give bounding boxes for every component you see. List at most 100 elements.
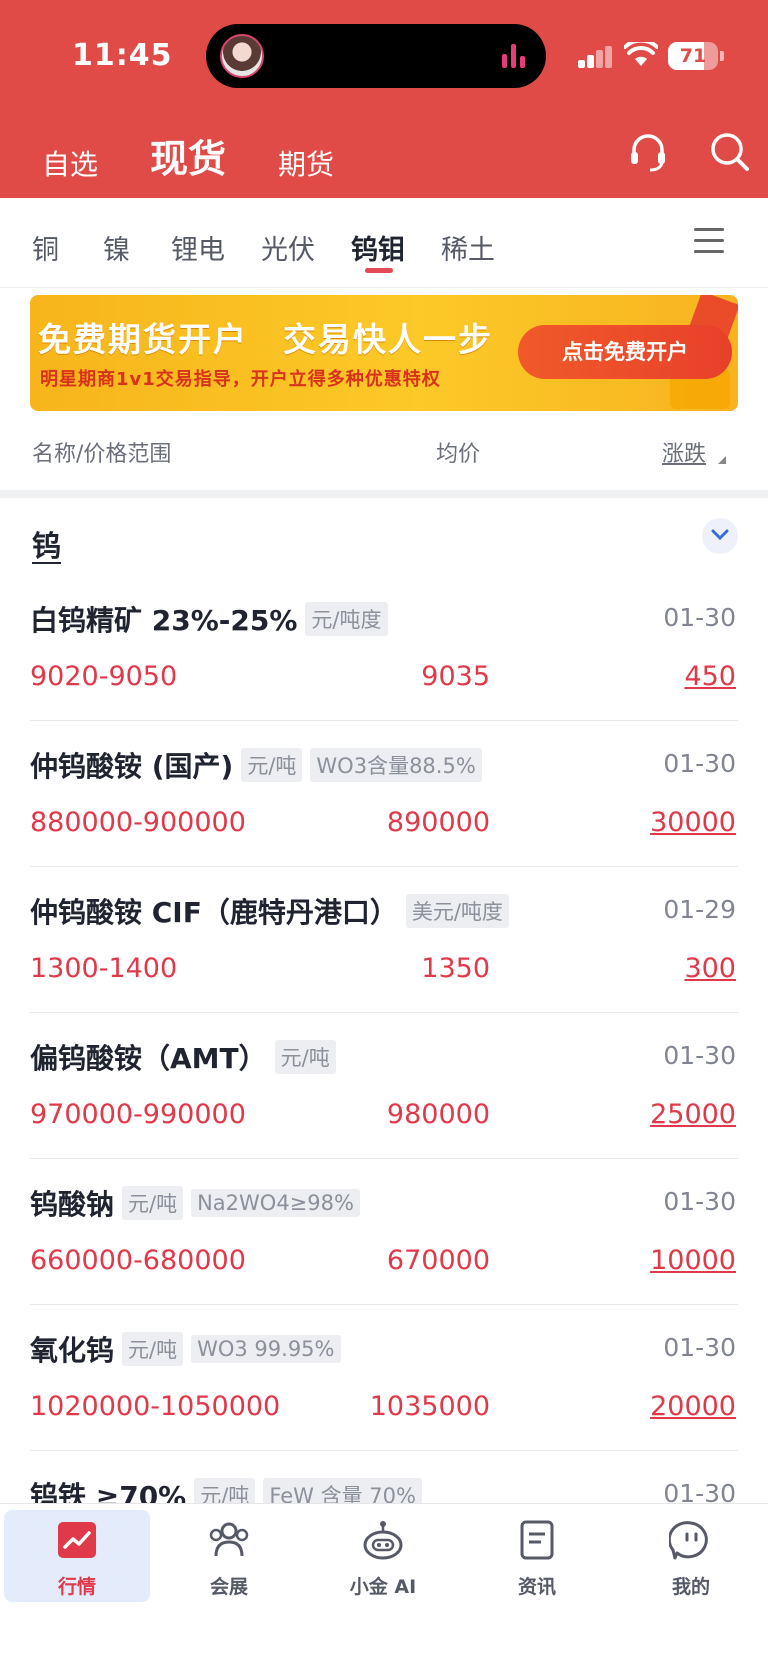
audio-bars-icon	[502, 44, 528, 68]
price-change: 300	[684, 953, 736, 984]
spec-tag: 元/吨	[122, 1332, 184, 1366]
product-title: 仲钨酸铵 CIF（鹿特丹港口） 美元/吨度	[30, 891, 517, 931]
battery-level: 71	[679, 45, 707, 67]
tabbar-item-profile[interactable]: 我的	[618, 1510, 764, 1602]
price-date: 01-30	[663, 1333, 736, 1362]
spec-tag: 美元/吨度	[405, 894, 509, 928]
battery-icon: 71	[668, 42, 718, 70]
tabbar-item-market[interactable]: 行情	[4, 1510, 150, 1602]
category-tab-copper[interactable]: 铜	[32, 228, 59, 267]
active-tab-indicator	[365, 268, 393, 273]
product-name: 白钨精矿 23%-25%	[30, 604, 298, 637]
product-name: 偏钨酸铵（AMT）	[30, 1042, 267, 1075]
signal-icon	[578, 46, 614, 68]
price-change: 10000	[650, 1245, 736, 1276]
product-name: 氧化钨	[30, 1334, 115, 1367]
sort-indicator-icon	[718, 456, 726, 464]
profile-icon	[669, 1521, 708, 1560]
wifi-icon	[624, 42, 658, 66]
tabbar-label: 小金 AI	[349, 1576, 417, 1598]
search-icon[interactable]	[708, 130, 752, 174]
average-price: 670000	[386, 1245, 490, 1276]
column-average: 均价	[436, 442, 481, 467]
product-row[interactable]: 偏钨酸铵（AMT） 元/吨 01-30 970000-990000 980000 2500…	[0, 1013, 768, 1159]
average-price: 1350	[421, 953, 490, 984]
price-range: 880000-900000	[30, 807, 246, 838]
document-icon	[520, 1520, 554, 1560]
status-indicators: 71	[564, 40, 724, 70]
category-tab-tungsten-molybdenum[interactable]: 钨钼	[351, 228, 405, 267]
price-date: 01-30	[663, 1187, 736, 1216]
market-tabs: 自选 现货 期货	[42, 128, 386, 183]
category-tab-lithium[interactable]: 锂电	[171, 228, 225, 267]
product-row[interactable]: 氧化钨 元/吨 WO3 99.95% 01-30 1020000-1050000 1035…	[0, 1305, 768, 1451]
open-account-button[interactable]: 点击免费开户	[518, 325, 732, 379]
spec-tag: WO3 99.95%	[191, 1335, 341, 1363]
price-date: 01-30	[663, 603, 736, 632]
average-price: 890000	[386, 807, 490, 838]
product-row[interactable]: 钨酸钠 元/吨 Na2WO4≥98% 01-30 660000-680000 670000…	[0, 1159, 768, 1305]
product-row[interactable]: 仲钨酸铵 (国产) 元/吨 WO3含量88.5% 01-30 880000-900000…	[0, 721, 768, 867]
spec-tag: 元/吨	[241, 748, 303, 782]
spec-tag: Na2WO4≥98%	[191, 1189, 360, 1217]
price-date: 01-30	[663, 749, 736, 778]
spec-tag: 元/吨	[122, 1186, 184, 1220]
product-title: 仲钨酸铵 (国产) 元/吨 WO3含量88.5%	[30, 745, 490, 785]
price-change: 25000	[650, 1099, 736, 1130]
category-tab-rare-earth[interactable]: 稀土	[441, 228, 495, 267]
spec-tag: 元/吨	[274, 1040, 336, 1074]
chevron-down-icon	[711, 529, 729, 541]
product-title: 氧化钨 元/吨 WO3 99.95%	[30, 1329, 349, 1369]
column-change-sort[interactable]: 涨跌	[662, 436, 706, 468]
category-tab-solar[interactable]: 光伏	[261, 228, 315, 267]
product-name: 仲钨酸铵 CIF（鹿特丹港口）	[30, 896, 398, 929]
price-change: 30000	[650, 807, 736, 838]
avatar	[220, 34, 264, 78]
bottom-tab-bar: 行情 会展 小金 AI 资讯 我的	[0, 1503, 768, 1663]
price-change: 450	[684, 661, 736, 692]
banner-title: 免费期货开户 交易快人一步	[38, 320, 493, 359]
average-price: 9035	[421, 661, 490, 692]
menu-icon[interactable]	[694, 228, 724, 254]
product-title: 钨酸钠 元/吨 Na2WO4≥98%	[30, 1183, 368, 1223]
price-range: 9020-9050	[30, 661, 178, 692]
tabbar-item-ai[interactable]: 小金 AI	[310, 1510, 456, 1602]
status-time: 11:45	[72, 38, 173, 73]
robot-icon	[363, 1521, 403, 1560]
category-tab-nickel[interactable]: 镍	[103, 228, 130, 267]
section-title: 钨	[32, 529, 62, 563]
product-title: 白钨精矿 23%-25% 元/吨度	[30, 599, 396, 639]
price-range: 1020000-1050000	[30, 1391, 281, 1422]
app-header: 11:45 71 自选 现货 期货	[0, 0, 768, 198]
spec-tag: WO3含量88.5%	[310, 748, 482, 782]
divider	[0, 490, 768, 498]
tabbar-item-news[interactable]: 资讯	[464, 1510, 610, 1602]
product-title: 偏钨酸铵（AMT） 元/吨	[30, 1037, 344, 1077]
price-range: 660000-680000	[30, 1245, 246, 1276]
tab-spot[interactable]: 现货	[150, 128, 226, 183]
price-range: 970000-990000	[30, 1099, 246, 1130]
tabbar-item-exhibition[interactable]: 会展	[156, 1510, 302, 1602]
headset-icon[interactable]	[626, 130, 670, 174]
dynamic-island	[206, 24, 546, 88]
spec-tag: 元/吨度	[305, 602, 388, 636]
product-row[interactable]: 白钨精矿 23%-25% 元/吨度 01-30 9020-9050 9035 450	[0, 575, 768, 721]
column-name: 名称/价格范围	[32, 442, 172, 467]
chart-trend-icon	[58, 1522, 96, 1558]
price-date: 01-29	[663, 895, 736, 924]
product-name: 钨酸钠	[30, 1188, 115, 1221]
promo-banner[interactable]: 免费期货开户 交易快人一步 明星期商1v1交易指导，开户立得多种优惠特权 点击免…	[30, 295, 738, 411]
tabbar-label: 资讯	[517, 1576, 556, 1598]
tab-watchlist[interactable]: 自选	[42, 143, 98, 183]
average-price: 1035000	[369, 1391, 490, 1422]
collapse-button[interactable]	[702, 518, 738, 554]
tabbar-label: 行情	[57, 1576, 96, 1598]
product-name: 仲钨酸铵 (国产)	[30, 750, 234, 783]
tabbar-label: 我的	[671, 1576, 710, 1598]
average-price: 980000	[386, 1099, 490, 1130]
product-row[interactable]: 仲钨酸铵 CIF（鹿特丹港口） 美元/吨度 01-29 1300-1400 1350 30…	[0, 867, 768, 1013]
price-change: 20000	[650, 1391, 736, 1422]
tab-futures[interactable]: 期货	[278, 143, 334, 183]
category-tabs: 铜 镍 锂电 光伏 钨钼 稀土	[0, 198, 768, 288]
tabbar-label: 会展	[209, 1576, 248, 1598]
